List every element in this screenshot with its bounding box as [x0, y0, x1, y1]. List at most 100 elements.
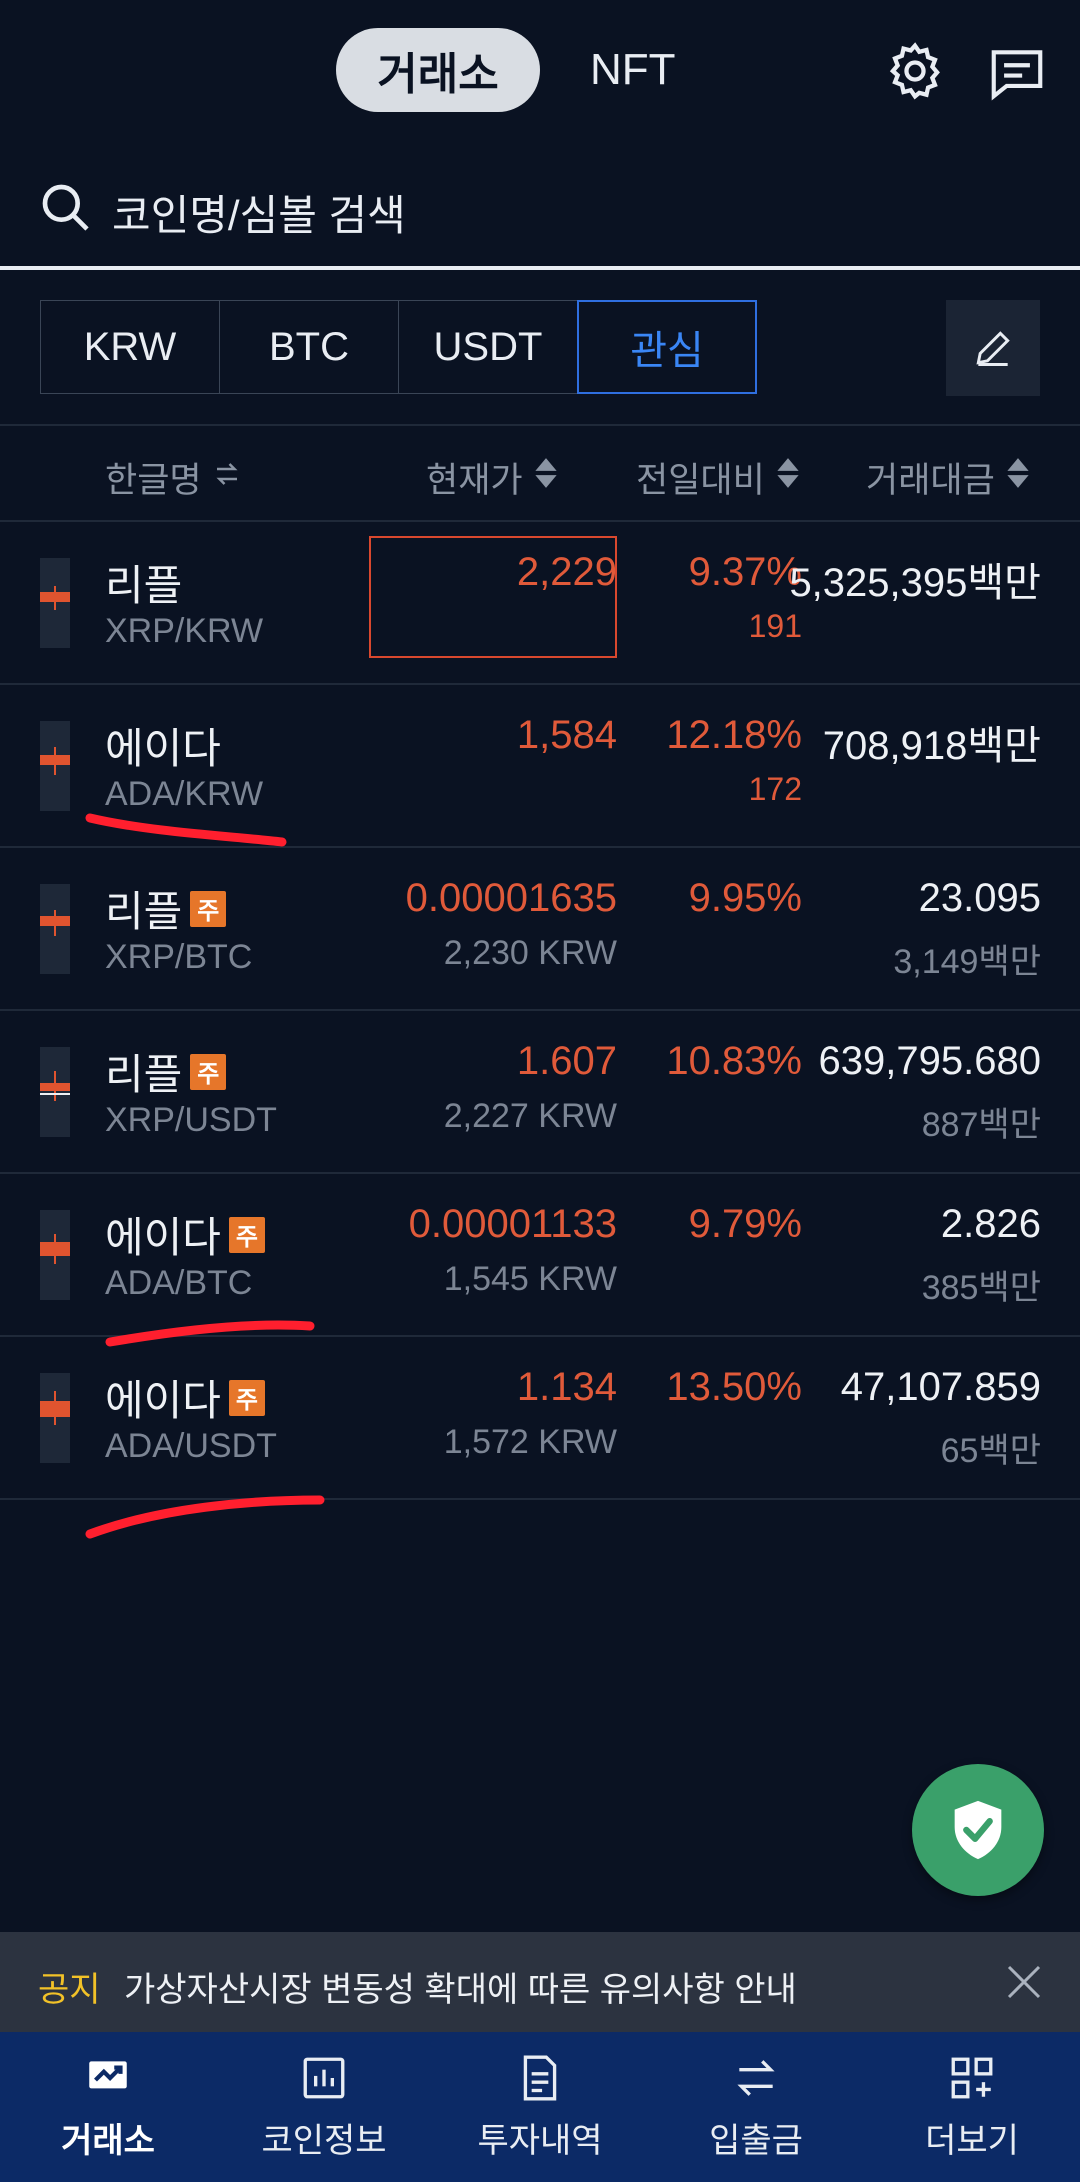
table-row[interactable]: 에이다 주 ADA/USDT 1.134 1,572 KRW 13.50% 47,…	[0, 1337, 1080, 1500]
trade-volume: 708,918백만	[822, 724, 1041, 768]
change-amount: 172	[748, 771, 802, 807]
mini-candle-chart	[40, 558, 70, 648]
search-underline	[0, 266, 1080, 270]
column-name-label: 한글명	[105, 461, 202, 500]
nav-coin-info[interactable]: 코인정보	[216, 2032, 432, 2182]
column-volume[interactable]: 거래대금	[866, 452, 1031, 503]
coin-pair: XRP/USDT	[105, 1101, 277, 1139]
caution-badge: 주	[190, 890, 227, 927]
notice-text[interactable]: 가상자산시장 변동성 확대에 따른 유의사항 안내	[124, 1962, 797, 2011]
column-price-label: 현재가	[426, 461, 523, 500]
trade-volume: 23.095	[918, 876, 1041, 920]
column-price[interactable]: 현재가	[426, 452, 559, 503]
tab-nft[interactable]: NFT	[590, 28, 676, 112]
coin-pair: XRP/BTC	[105, 938, 253, 976]
mini-candle-chart	[40, 884, 70, 974]
current-price: 1.607	[516, 1039, 617, 1083]
table-row[interactable]: 리플 주 XRP/USDT 1.607 2,227 KRW 10.83% 639,…	[0, 1011, 1080, 1174]
coin-name: 에이다 주	[105, 1367, 265, 1428]
sort-icon	[775, 456, 801, 499]
gear-icon[interactable]	[880, 36, 950, 106]
nav-label: 투자내역	[477, 2121, 603, 2160]
coin-name: 리플	[105, 562, 183, 609]
market-tabs: KRW BTC USDT 관심	[40, 300, 757, 396]
nav-label: 거래소	[61, 2121, 155, 2160]
current-price: 2,229	[516, 550, 617, 594]
document-icon	[523, 2055, 557, 2100]
tab-btc[interactable]: BTC	[219, 300, 399, 394]
coin-name: 에이다	[105, 725, 221, 772]
nav-more[interactable]: 더보기	[864, 2032, 1080, 2182]
caution-badge: 주	[228, 1379, 265, 1416]
tab-usdt[interactable]: USDT	[398, 300, 578, 394]
coin-pair: ADA/BTC	[105, 1264, 253, 1302]
change-rate: 9.95%	[688, 876, 802, 920]
change-rate: 9.37%	[688, 550, 802, 594]
change-rate: 12.18%	[666, 713, 802, 757]
tab-favorites[interactable]: 관심	[577, 300, 757, 394]
trade-volume-krw: 3,149백만	[893, 943, 1041, 981]
security-shield-button[interactable]	[912, 1764, 1044, 1896]
change-rate: 10.83%	[666, 1039, 802, 1083]
krw-price: 1,545 KRW	[443, 1260, 617, 1298]
sort-icon	[1005, 456, 1031, 499]
coin-name: 리플 주	[105, 878, 227, 939]
tab-krw[interactable]: KRW	[40, 300, 220, 394]
coin-name: 리플 주	[105, 1041, 227, 1102]
mini-candle-chart	[40, 721, 70, 811]
krw-price: 1,572 KRW	[443, 1423, 617, 1461]
notice-label: 공지	[38, 1971, 101, 2009]
grid-plus-icon	[951, 2057, 993, 2098]
table-row[interactable]: 에이다 주 ADA/BTC 0.00001133 1,545 KRW 9.79% …	[0, 1174, 1080, 1337]
krw-price: 2,230 KRW	[443, 934, 617, 972]
trade-volume-krw: 65백만	[940, 1432, 1041, 1470]
bottom-nav: 거래소 코인정보 투자내역 입출금 더보기	[0, 2032, 1080, 2182]
trade-volume-krw: 887백만	[921, 1106, 1041, 1144]
current-price: 0.00001133	[408, 1202, 617, 1246]
coin-pair: ADA/KRW	[105, 775, 264, 813]
swap-icon	[212, 458, 242, 498]
caution-badge: 주	[190, 1053, 227, 1090]
nav-deposit-withdraw[interactable]: 입출금	[648, 2032, 864, 2182]
trade-volume: 5,325,395백만	[789, 561, 1041, 605]
divider	[0, 424, 1080, 426]
change-rate: 9.79%	[688, 1202, 802, 1246]
column-change-label: 전일대비	[636, 461, 765, 500]
column-name[interactable]: 한글명	[105, 452, 242, 503]
bar-chart-icon	[303, 2057, 345, 2098]
trade-volume: 47,107.859	[840, 1365, 1041, 1409]
trade-volume: 2.826	[940, 1202, 1041, 1246]
caution-badge: 주	[228, 1216, 265, 1253]
message-icon[interactable]	[982, 38, 1052, 108]
transfer-icon	[737, 2059, 775, 2096]
current-price: 0.00001635	[405, 876, 617, 920]
current-price: 1.134	[516, 1365, 617, 1409]
trade-volume-krw: 385백만	[921, 1269, 1041, 1307]
tab-exchange[interactable]: 거래소	[336, 28, 540, 112]
close-icon[interactable]	[1004, 1962, 1044, 2002]
table-row[interactable]: 리플 XRP/KRW 2,229 9.37% 191 5,325,395백만	[0, 522, 1080, 685]
pencil-icon	[976, 331, 1010, 366]
current-price: 1,584	[516, 713, 617, 757]
table-row[interactable]: 에이다 ADA/KRW 1,584 12.18% 172 708,918백만	[0, 685, 1080, 848]
table-row[interactable]: 리플 주 XRP/BTC 0.00001635 2,230 KRW 9.95% 2…	[0, 848, 1080, 1011]
change-amount: 191	[748, 608, 802, 644]
nav-label: 입출금	[709, 2121, 803, 2160]
column-volume-label: 거래대금	[866, 461, 995, 500]
mini-candle-chart	[40, 1047, 70, 1137]
chart-up-icon	[89, 2060, 127, 2088]
krw-price: 2,227 KRW	[443, 1097, 617, 1135]
shield-check-icon	[954, 1800, 1002, 1860]
change-rate: 13.50%	[666, 1365, 802, 1409]
nav-investment-history[interactable]: 투자내역	[432, 2032, 648, 2182]
mini-candle-chart	[40, 1373, 70, 1463]
coin-pair: ADA/USDT	[105, 1427, 277, 1465]
edit-button[interactable]	[946, 300, 1040, 396]
nav-exchange[interactable]: 거래소	[0, 2032, 216, 2182]
coin-name: 에이다 주	[105, 1204, 265, 1265]
search-input[interactable]: 코인명/심볼 검색	[112, 182, 406, 243]
sort-icon	[533, 456, 559, 499]
column-change[interactable]: 전일대비	[636, 452, 801, 503]
nav-label: 코인정보	[261, 2121, 387, 2160]
mini-candle-chart	[40, 1210, 70, 1300]
